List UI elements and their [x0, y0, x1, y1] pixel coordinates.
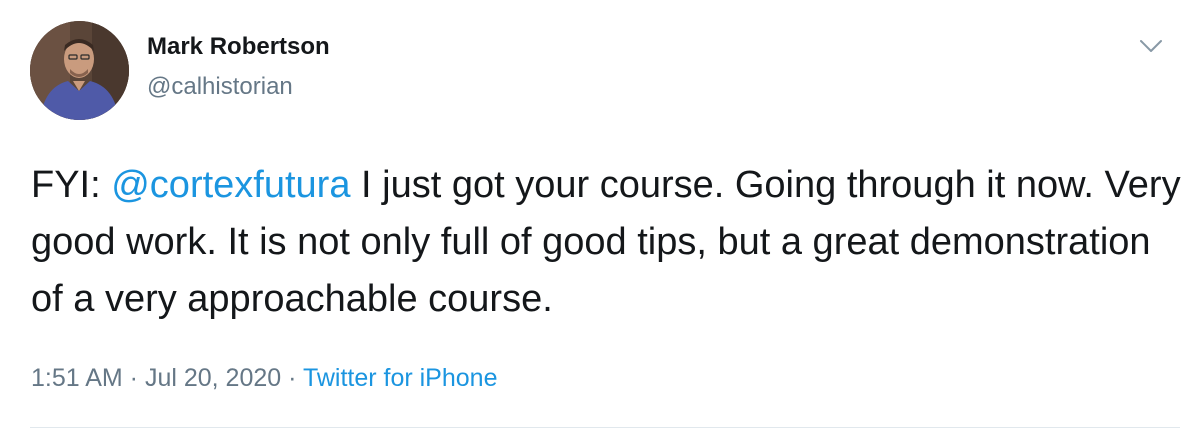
tweet-text-prefix: FYI: — [31, 164, 112, 206]
tweet-date[interactable]: Jul 20, 2020 — [145, 364, 281, 392]
tweet-card: Mark Robertson @calhistorian FYI: @corte… — [0, 0, 1196, 430]
mention-link[interactable]: @cortexfutura — [111, 164, 350, 206]
divider — [30, 427, 1180, 428]
tweet-meta: 1:51 AM · Jul 20, 2020 · Twitter for iPh… — [31, 364, 497, 393]
user-display-name[interactable]: Mark Robertson — [147, 33, 330, 61]
meta-separator: · — [281, 364, 303, 392]
user-handle[interactable]: @calhistorian — [147, 73, 293, 101]
tweet-source-link[interactable]: Twitter for iPhone — [303, 364, 498, 392]
avatar[interactable] — [30, 21, 129, 120]
tweet-time[interactable]: 1:51 AM — [31, 364, 123, 392]
meta-separator: · — [122, 364, 145, 392]
chevron-down-icon[interactable] — [1138, 36, 1164, 56]
tweet-body: FYI: @cortexfutura I just got your cours… — [31, 157, 1181, 328]
profile-photo-icon — [30, 21, 129, 120]
